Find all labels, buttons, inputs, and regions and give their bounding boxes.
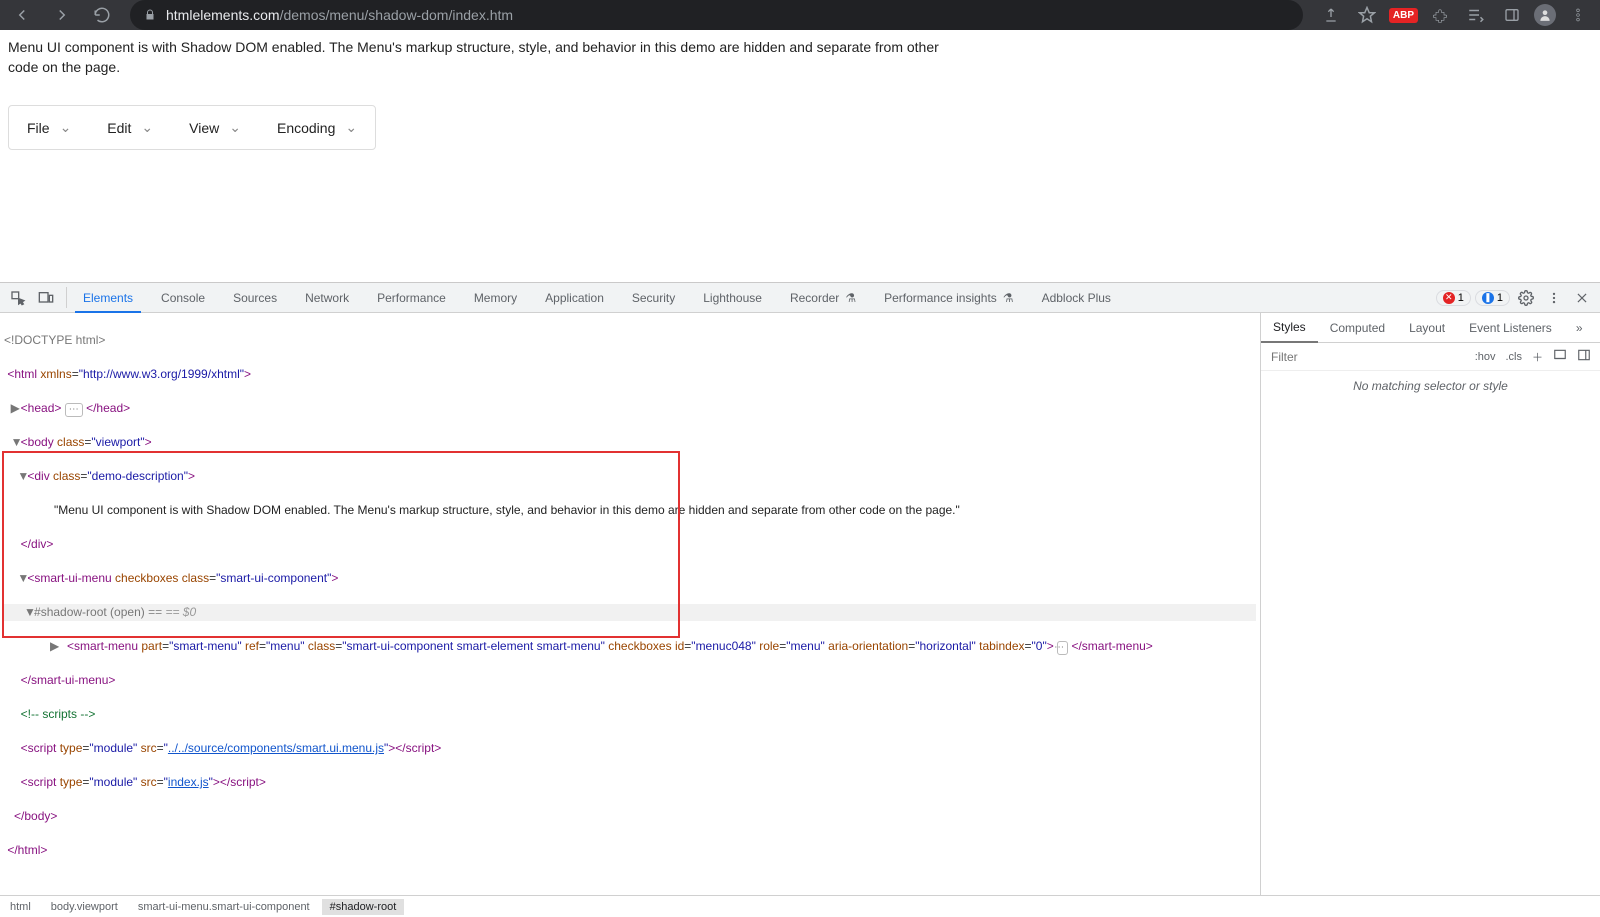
lock-icon [144,8,156,22]
chevron-down-icon: ⌄ [141,119,153,136]
forward-button[interactable] [48,1,76,29]
menu-item-edit[interactable]: Edit⌄ [89,106,171,149]
issues-badge[interactable]: ❚1 [1475,290,1510,306]
kebab-menu-icon[interactable] [1564,1,1592,29]
crumb-shadow-root[interactable]: #shadow-root [322,899,405,915]
crumb-body[interactable]: body.viewport [43,899,126,915]
tab-memory[interactable]: Memory [460,283,531,312]
devtools-tabs: Elements Console Sources Network Perform… [0,283,1600,313]
more-menu-icon[interactable] [1542,286,1566,310]
tab-elements[interactable]: Elements [69,283,147,312]
device-toolbar-icon[interactable] [32,290,60,306]
elements-tree[interactable]: <!DOCTYPE html> <html xmlns="http://www.… [0,313,1260,895]
styles-filter-input[interactable] [1267,347,1468,367]
menu-item-view[interactable]: View⌄ [171,106,259,149]
tab-security[interactable]: Security [618,283,689,312]
elements-breadcrumbs: html body.viewport smart-ui-menu.smart-u… [0,895,1600,917]
tab-application[interactable]: Application [531,283,618,312]
abp-extension-badge[interactable]: ABP [1389,8,1418,23]
menu-item-file[interactable]: File⌄ [9,106,89,149]
errors-badge[interactable]: ✕1 [1436,290,1471,306]
url-host: htmlelements.com [166,7,280,23]
nav-buttons [8,1,116,29]
computed-sidebar-icon[interactable] [1550,348,1570,365]
crumb-html[interactable]: html [2,899,39,915]
sidepanel-icon[interactable] [1498,1,1526,29]
styles-filter-bar: :hov .cls ＋ [1261,343,1600,371]
tab-performance-insights[interactable]: Performance insights⚗ [870,283,1027,312]
devtools-body: <!DOCTYPE html> <html xmlns="http://www.… [0,313,1600,895]
url-path: /demos/menu/shadow-dom/index.htm [280,7,513,23]
tab-recorder[interactable]: Recorder⚗ [776,283,870,312]
hov-toggle[interactable]: :hov [1472,351,1499,363]
shadow-root-line[interactable]: ▼#shadow-root (open) == == $0 [4,604,1256,621]
styles-tab-layout[interactable]: Layout [1397,313,1457,342]
styles-tab-styles[interactable]: Styles [1261,313,1318,343]
tab-lighthouse[interactable]: Lighthouse [689,283,776,312]
menu-item-encoding[interactable]: Encoding⌄ [259,106,375,149]
cls-toggle[interactable]: .cls [1503,351,1526,363]
styles-sidebar: Styles Computed Layout Event Listeners »… [1260,313,1600,895]
styles-tabs: Styles Computed Layout Event Listeners » [1261,313,1600,343]
chevron-down-icon: ⌄ [345,119,357,136]
no-match-message: No matching selector or style [1261,371,1600,401]
reload-button[interactable] [88,1,116,29]
doctype-line: <!DOCTYPE html> [4,333,105,347]
page-content: Menu UI component is with Shadow DOM ena… [0,30,1600,282]
share-icon[interactable] [1317,1,1345,29]
address-bar[interactable]: htmlelements.com/demos/menu/shadow-dom/i… [130,0,1303,30]
flask-icon: ⚗ [845,291,856,305]
tab-adblock-plus[interactable]: Adblock Plus [1028,283,1125,312]
extensions-icon[interactable] [1426,1,1454,29]
tab-performance[interactable]: Performance [363,283,460,312]
tab-sources[interactable]: Sources [219,283,291,312]
smart-menu-bar: File⌄ Edit⌄ View⌄ Encoding⌄ [8,105,376,150]
new-style-rule-icon[interactable]: ＋ [1529,349,1546,365]
issue-dot-icon: ❚ [1482,292,1494,304]
styles-tab-more[interactable]: » [1564,313,1595,342]
playlist-icon[interactable] [1462,1,1490,29]
settings-gear-icon[interactable] [1514,286,1538,310]
styles-tab-event-listeners[interactable]: Event Listeners [1457,313,1564,342]
close-devtools-icon[interactable] [1570,286,1594,310]
demo-description: Menu UI component is with Shadow DOM ena… [8,38,948,77]
styles-panel-toggle-icon[interactable] [1574,348,1594,365]
error-dot-icon: ✕ [1443,292,1455,304]
crumb-smart-ui-menu[interactable]: smart-ui-menu.smart-ui-component [130,899,318,915]
profile-avatar[interactable] [1534,4,1556,26]
back-button[interactable] [8,1,36,29]
styles-tab-computed[interactable]: Computed [1318,313,1397,342]
devtools-panel: Elements Console Sources Network Perform… [0,282,1600,917]
chevron-down-icon: ⌄ [229,119,241,136]
tab-console[interactable]: Console [147,283,219,312]
toolbar-right: ABP [1317,1,1592,29]
tab-network[interactable]: Network [291,283,363,312]
bookmark-star-icon[interactable] [1353,1,1381,29]
flask-icon: ⚗ [1003,291,1014,305]
chevron-down-icon: ⌄ [60,119,72,136]
browser-toolbar: htmlelements.com/demos/menu/shadow-dom/i… [0,0,1600,30]
elements-lines: <!DOCTYPE html> <html xmlns="http://www.… [0,313,1260,895]
inspect-element-icon[interactable] [4,290,32,306]
